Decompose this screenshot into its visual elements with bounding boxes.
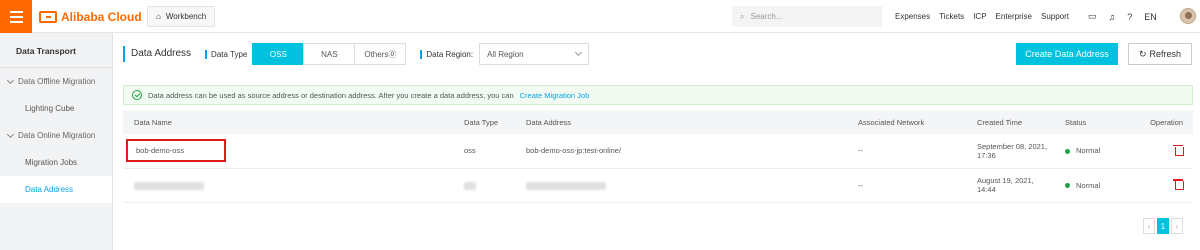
- network-cell: --: [847, 168, 966, 203]
- chevron-down-icon: [6, 76, 15, 84]
- workbench-button[interactable]: ⌂ Workbench: [147, 6, 216, 27]
- redacted-name[interactable]: [134, 181, 204, 190]
- redacted-address: [526, 181, 606, 190]
- sidebar-item-data-address[interactable]: Data Address: [0, 176, 112, 203]
- main-content: Data Address Data Type OSS NAS Others ⓪ D…: [113, 33, 1200, 250]
- status-cell: Normal: [1054, 168, 1129, 203]
- column-data-name: Data Name: [123, 111, 453, 134]
- status-dot: [1065, 148, 1070, 154]
- sidebar-group-offline[interactable]: Data Offline Migration: [0, 68, 112, 95]
- language-switch[interactable]: EN: [1144, 12, 1157, 22]
- status-cell: Normal: [1054, 134, 1129, 169]
- menu-icon[interactable]: [0, 0, 32, 33]
- search-icon: ⌕: [740, 11, 745, 21]
- data-type-cell: oss: [453, 134, 515, 169]
- table-row: -- August 19, 2021, 14:44 Normal: [123, 168, 1193, 203]
- refresh-icon: ↻: [1138, 48, 1147, 59]
- chevron-left-icon[interactable]: ‹: [1143, 218, 1155, 234]
- avatar[interactable]: [1180, 8, 1196, 24]
- top-navigation-bar: Alibaba Cloud ⌂ Workbench ⌕ Search... Ex…: [0, 0, 1200, 33]
- status-text: Normal: [1076, 146, 1101, 156]
- status-text: Normal: [1076, 180, 1101, 190]
- sidebar-group-online[interactable]: Data Online Migration: [0, 122, 112, 149]
- bell-icon[interactable]: ♫: [1109, 12, 1116, 22]
- data-name-link[interactable]: bob-demo-oss: [126, 139, 226, 163]
- chevron-right-icon[interactable]: ›: [1171, 218, 1183, 234]
- region-select[interactable]: All Region: [479, 43, 590, 65]
- info-notice: Data address can be used as source addre…: [123, 85, 1193, 105]
- region-value: All Region: [487, 49, 524, 59]
- link-enterprise[interactable]: Enterprise: [996, 12, 1032, 21]
- top-links: Expenses Tickets ICP Enterprise Support: [895, 0, 1069, 33]
- column-operation: Operation: [1129, 111, 1193, 134]
- data-address-table: Data Name Data Type Data Address Associa…: [123, 111, 1193, 203]
- data-address-cell: [515, 168, 847, 203]
- page-header: Data Address Data Type OSS NAS Others ⓪ D…: [123, 43, 590, 65]
- region-label: Data Region:: [420, 49, 473, 59]
- alibaba-cloud-logo[interactable]: Alibaba Cloud: [39, 9, 142, 25]
- home-icon: ⌂: [156, 12, 161, 21]
- tab-others[interactable]: Others ⓪: [354, 43, 407, 65]
- link-support[interactable]: Support: [1041, 12, 1069, 21]
- page-title: Data Address: [123, 46, 191, 62]
- create-migration-job-link[interactable]: Create Migration Job: [520, 91, 590, 100]
- pagination: ‹ 1 ›: [1143, 218, 1183, 234]
- data-type-selector: OSS NAS Others ⓪: [252, 43, 407, 65]
- data-type-cell: [453, 168, 515, 203]
- data-type-label: Data Type: [205, 49, 247, 59]
- refresh-button[interactable]: ↻ Refresh: [1128, 43, 1192, 65]
- column-created-time: Created Time: [966, 111, 1054, 134]
- column-status: Status: [1054, 111, 1129, 134]
- operation-cell: [1129, 168, 1193, 203]
- sidebar-item-lighting-cube[interactable]: Lighting Cube: [0, 95, 112, 122]
- link-icp[interactable]: ICP: [973, 12, 986, 21]
- sidebar: Data Transport Data Offline Migration Li…: [0, 33, 113, 250]
- status-dot: [1065, 183, 1070, 189]
- brand-name: Alibaba Cloud: [61, 10, 142, 24]
- help-icon[interactable]: ?: [1127, 12, 1132, 22]
- table-header-row: Data Name Data Type Data Address Associa…: [123, 111, 1193, 134]
- column-associated-network: Associated Network: [847, 111, 966, 134]
- create-data-address-button[interactable]: Create Data Address: [1016, 43, 1118, 65]
- logo-mark-icon: [39, 11, 57, 23]
- data-name-cell: bob-demo-oss: [123, 134, 453, 169]
- chevron-down-icon: [6, 130, 15, 138]
- trash-icon[interactable]: [1173, 144, 1184, 156]
- link-expenses[interactable]: Expenses: [895, 12, 930, 21]
- check-circle-icon: [132, 90, 142, 100]
- data-name-cell: [123, 168, 453, 203]
- redacted-type: [464, 181, 476, 190]
- sidebar-title: Data Transport: [0, 33, 112, 68]
- sidebar-group-label: Data Offline Migration: [18, 77, 96, 86]
- tab-oss[interactable]: OSS: [252, 43, 305, 65]
- screen-icon[interactable]: ▭: [1088, 11, 1097, 22]
- sidebar-item-migration-jobs[interactable]: Migration Jobs: [0, 149, 112, 176]
- link-tickets[interactable]: Tickets: [939, 12, 964, 21]
- column-data-type: Data Type: [453, 111, 515, 134]
- page-number[interactable]: 1: [1157, 218, 1169, 234]
- trash-icon[interactable]: [1173, 178, 1184, 190]
- tab-others-label: Others: [364, 49, 389, 59]
- data-address-cell: bob-demo-oss-jp:test-online/: [515, 134, 847, 169]
- refresh-label: Refresh: [1149, 49, 1182, 59]
- created-time-cell: August 19, 2021, 14:44: [966, 168, 1054, 203]
- search-placeholder: Search...: [750, 12, 783, 21]
- table-row: bob-demo-oss oss bob-demo-oss-jp:test-on…: [123, 134, 1193, 169]
- sidebar-group-label: Data Online Migration: [18, 131, 96, 140]
- created-time-cell: September 08, 2021, 17:36: [966, 134, 1054, 169]
- chevron-down-icon: [575, 48, 583, 57]
- workbench-label: Workbench: [165, 12, 207, 21]
- search-input[interactable]: ⌕ Search...: [732, 6, 882, 27]
- tab-nas[interactable]: NAS: [303, 43, 356, 65]
- network-cell: --: [847, 134, 966, 169]
- notice-text: Data address can be used as source addre…: [148, 90, 514, 100]
- top-icons: ▭ ♫ ? EN: [1088, 0, 1157, 33]
- operation-cell: [1129, 134, 1193, 169]
- column-data-address: Data Address: [515, 111, 847, 134]
- help-icon: ⓪: [388, 49, 397, 59]
